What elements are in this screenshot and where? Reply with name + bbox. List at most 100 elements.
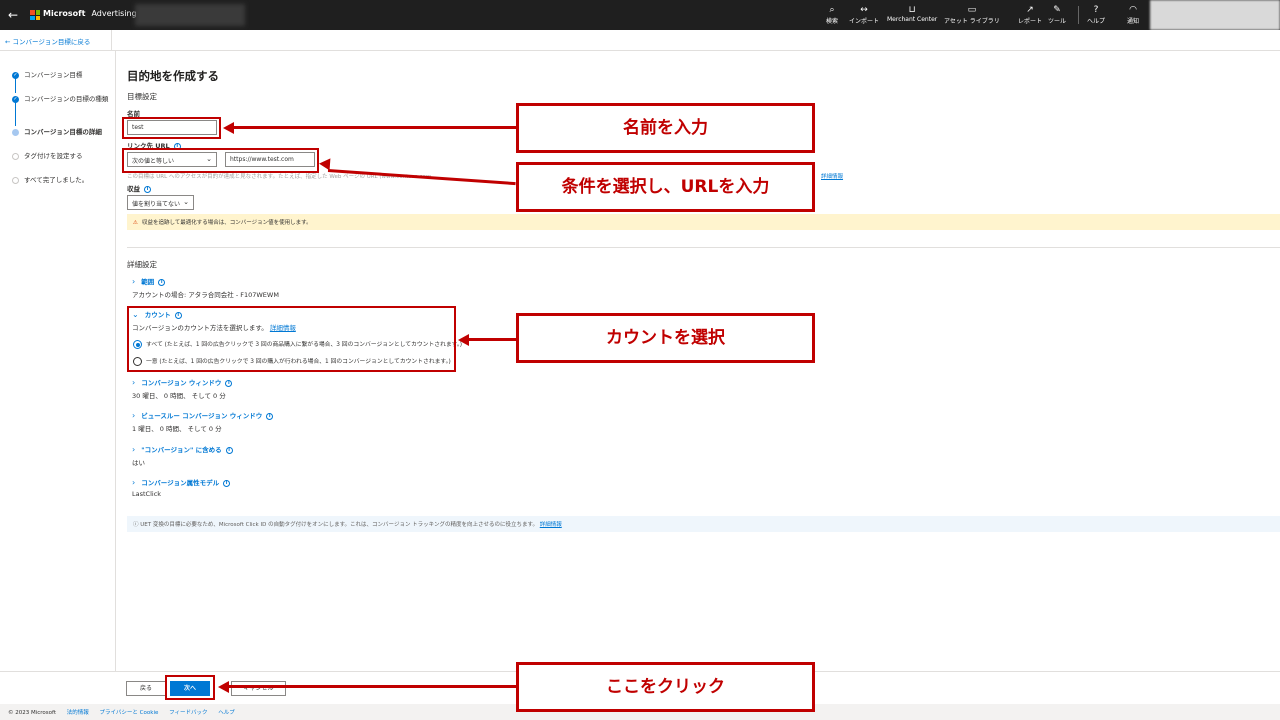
scope-toggle[interactable]: › 範囲 i <box>132 276 279 286</box>
nav-label: ヘルプ <box>1087 18 1106 25</box>
info-icon[interactable]: i <box>144 185 151 193</box>
nav-label: アセット ライブラリ <box>944 18 1000 25</box>
step-connector <box>15 102 16 126</box>
nav-asset-library[interactable]: ▭ アセット ライブラリ <box>944 5 1000 25</box>
attribution-title: コンバージョン属性モデル <box>141 479 220 487</box>
step-tagging: タグ付けを設定する <box>12 152 83 161</box>
advanced-conversion-window: › コンバージョン ウィンドウ i 30 曜日、 0 時間、 そして 0 分 <box>132 377 233 400</box>
nav-label: 通知 <box>1127 18 1140 25</box>
revenue-dropdown[interactable]: 値を割り当てない ⌄ <box>127 195 194 210</box>
step-goal-details[interactable]: コンバージョン目標の詳細 <box>12 128 102 137</box>
callout-condition: 条件を選択し、URLを入力 <box>516 162 815 212</box>
nav-search[interactable]: ⌕ 検索 <box>826 5 838 25</box>
step-label: コンバージョン目標の詳細 <box>24 128 102 136</box>
account-selector[interactable] <box>135 4 245 26</box>
privacy-link[interactable]: プライバシーと Cookie <box>100 710 159 716</box>
scope-title: 範囲 <box>141 278 155 286</box>
info-icon[interactable]: i <box>225 446 233 454</box>
chevron-right-icon: › <box>132 478 136 487</box>
legal-link[interactable]: 法的情報 <box>67 710 89 716</box>
view-through-value: 1 曜日、 0 時間、 そして 0 分 <box>132 425 222 433</box>
include-value: はい <box>132 459 145 467</box>
nav-label: Merchant Center <box>887 16 938 23</box>
back-button[interactable]: 戻る <box>126 681 166 696</box>
info-icon[interactable]: i <box>223 479 231 487</box>
check-icon: ✓ <box>12 72 19 79</box>
copyright: © 2023 Microsoft <box>8 710 57 716</box>
step-goal-type[interactable]: ✓ コンバージョンの目標の種類 <box>12 95 112 104</box>
revenue-label: 収益 i <box>127 183 151 193</box>
advanced-scope: › 範囲 i アカウントの場合: アタラ合同会社 - F107WEWM <box>132 276 279 299</box>
url-help-link[interactable]: 詳細情報 <box>821 172 843 180</box>
info-icon[interactable]: i <box>266 412 274 420</box>
arrow-head-icon <box>458 333 469 346</box>
highlight-count-section <box>127 306 456 372</box>
highlight-name-field <box>122 117 221 139</box>
section-divider <box>127 247 1280 248</box>
arrow-head-icon <box>223 121 234 134</box>
nav-label: 検索 <box>826 18 839 25</box>
include-title: "コンバージョン" に含める <box>141 446 222 454</box>
attribution-toggle[interactable]: › コンバージョン属性モデル i <box>132 477 231 487</box>
nav-help[interactable]: ? ヘルプ <box>1087 5 1105 25</box>
uet-info-bar: ⓘ UET 変換の目標に必要なため、Microsoft Click ID の自動… <box>127 516 1280 532</box>
import-icon: ↔ <box>860 5 868 15</box>
check-icon: ✓ <box>12 96 19 103</box>
nav-notifications[interactable]: ◠ 通知 <box>1127 5 1139 25</box>
microsoft-logo-icon <box>30 10 40 20</box>
cancel-button[interactable]: キャンセル <box>231 681 286 696</box>
nav-reports[interactable]: ↗ レポート <box>1018 5 1042 25</box>
nav-merchant-center[interactable]: ⊔ Merchant Center <box>887 5 937 23</box>
arrow-head-icon <box>218 680 229 693</box>
top-navigation-bar: ← Microsoft Advertising ⌕ 検索 ↔ インポート ⊔ Merch… <box>0 0 1280 30</box>
dropdown-value: 値を割り当てない <box>132 201 181 208</box>
step-connector <box>15 78 16 93</box>
chart-icon: ↗ <box>1026 5 1034 15</box>
feedback-link[interactable]: フィードバック <box>169 710 207 716</box>
attribution-value: LastClick <box>132 490 162 498</box>
step-done: すべて完了しました。 <box>12 176 88 185</box>
view-through-toggle[interactable]: › ビュースルー コンバージョン ウィンドウ i <box>132 410 274 420</box>
arrow-head-icon <box>318 157 331 171</box>
conversion-window-toggle[interactable]: › コンバージョン ウィンドウ i <box>132 377 233 387</box>
step-conversion-goal[interactable]: ✓ コンバージョン目標 <box>12 71 82 80</box>
warning-text: 収益を追跡して最適化する場合は、コンバージョン値を使用します。 <box>141 220 312 226</box>
step-label: コンバージョンの目標の種類 <box>24 95 109 103</box>
nav-label: インポート <box>849 18 880 25</box>
callout-name: 名前を入力 <box>516 103 815 153</box>
help-link[interactable]: ヘルプ <box>218 710 235 716</box>
brand-name[interactable]: Microsoft Advertising <box>43 9 137 18</box>
arrow-next <box>227 685 516 688</box>
wrench-icon: ✎ <box>1053 5 1061 15</box>
arrow-count <box>467 338 516 341</box>
advanced-attribution: › コンバージョン属性モデル i LastClick <box>132 477 231 498</box>
asset-library-icon: ▭ <box>967 5 977 15</box>
nav-divider <box>1078 6 1079 24</box>
revenue-label-text: 収益 <box>127 185 140 193</box>
info-icon[interactable]: i <box>225 379 233 387</box>
chevron-right-icon: › <box>132 277 136 286</box>
sub-header: ← コンバージョン目標に戻る <box>0 30 1280 51</box>
uet-info-link[interactable]: 詳細情報 <box>540 522 562 528</box>
chevron-right-icon: › <box>132 411 136 420</box>
chevron-right-icon: › <box>132 445 136 454</box>
conv-window-value: 30 曜日、 0 時間、 そして 0 分 <box>132 392 226 400</box>
highlight-url-fields <box>122 148 319 173</box>
wizard-steps: ✓ コンバージョン目標 ✓ コンバージョンの目標の種類 コンバージョン目標の詳細… <box>0 51 116 671</box>
search-icon: ⌕ <box>829 5 835 15</box>
nav-tools[interactable]: ✎ ツール <box>1048 5 1066 25</box>
info-icon[interactable]: i <box>158 278 166 286</box>
help-icon: ? <box>1093 5 1099 15</box>
pending-step-icon <box>12 177 19 184</box>
back-arrow-icon[interactable]: ← <box>8 8 18 22</box>
include-toggle[interactable]: › "コンバージョン" に含める i <box>132 444 233 454</box>
back-to-goals-link[interactable]: ← コンバージョン目標に戻る <box>5 36 90 46</box>
step-label: すべて完了しました。 <box>24 176 89 184</box>
current-step-icon <box>12 129 19 136</box>
scope-value: アカウントの場合: アタラ合同会社 - F107WEWM <box>132 291 279 299</box>
chevron-down-icon: ⌄ <box>183 198 189 206</box>
user-profile[interactable] <box>1150 0 1280 30</box>
nav-import[interactable]: ↔ インポート <box>849 5 879 25</box>
section-goal-settings: 目標設定 <box>127 92 157 101</box>
callout-count: カウントを選択 <box>516 313 815 363</box>
